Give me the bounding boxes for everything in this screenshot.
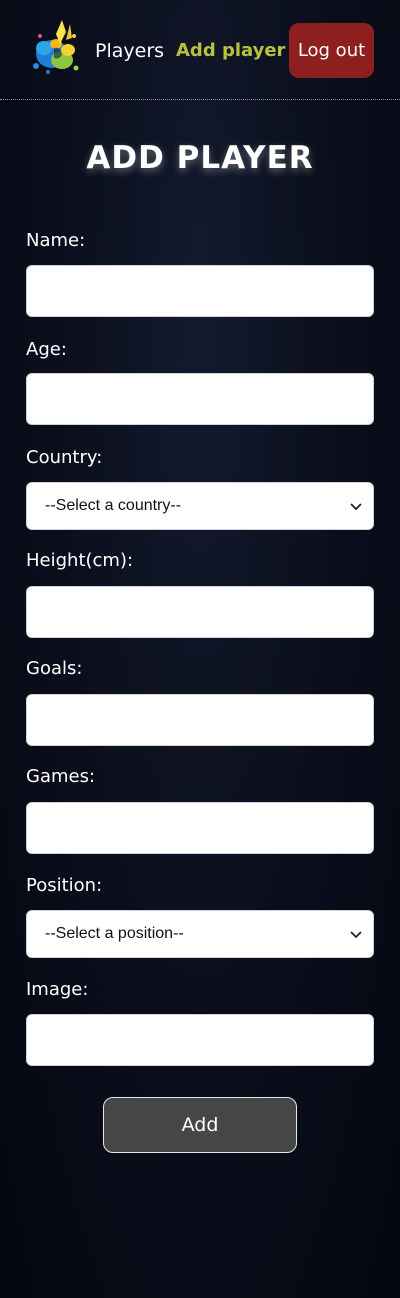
position-label: Position: bbox=[26, 875, 103, 896]
goals-label: Goals: bbox=[26, 658, 83, 679]
games-label: Games: bbox=[26, 766, 96, 787]
height-input[interactable] bbox=[26, 586, 374, 638]
image-input[interactable] bbox=[26, 1014, 374, 1066]
country-label: Country: bbox=[26, 447, 103, 468]
name-input[interactable] bbox=[26, 265, 374, 317]
games-input[interactable] bbox=[26, 802, 374, 854]
age-label: Age: bbox=[26, 339, 67, 360]
country-select[interactable]: --Select a country-- bbox=[26, 482, 374, 530]
height-label: Height(cm): bbox=[26, 550, 134, 571]
logout-button[interactable]: Log out bbox=[289, 23, 374, 78]
nav-link-players[interactable]: Players bbox=[95, 38, 164, 64]
add-button[interactable]: Add bbox=[103, 1097, 297, 1153]
page-title: ADD PLAYER bbox=[86, 140, 314, 176]
paint-splash-logo-icon[interactable] bbox=[26, 14, 86, 80]
country-select-value: --Select a country-- bbox=[45, 497, 182, 514]
chevron-down-icon bbox=[350, 503, 362, 511]
position-select[interactable]: --Select a position-- bbox=[26, 910, 374, 958]
chevron-down-icon bbox=[350, 931, 362, 939]
image-label: Image: bbox=[26, 979, 89, 1000]
name-label: Name: bbox=[26, 230, 86, 251]
age-input[interactable] bbox=[26, 373, 374, 425]
position-select-value: --Select a position-- bbox=[45, 925, 184, 942]
top-nav-bar: Players Add player Log out bbox=[0, 0, 400, 100]
nav-link-add-player[interactable]: Add player bbox=[176, 38, 285, 64]
goals-input[interactable] bbox=[26, 694, 374, 746]
